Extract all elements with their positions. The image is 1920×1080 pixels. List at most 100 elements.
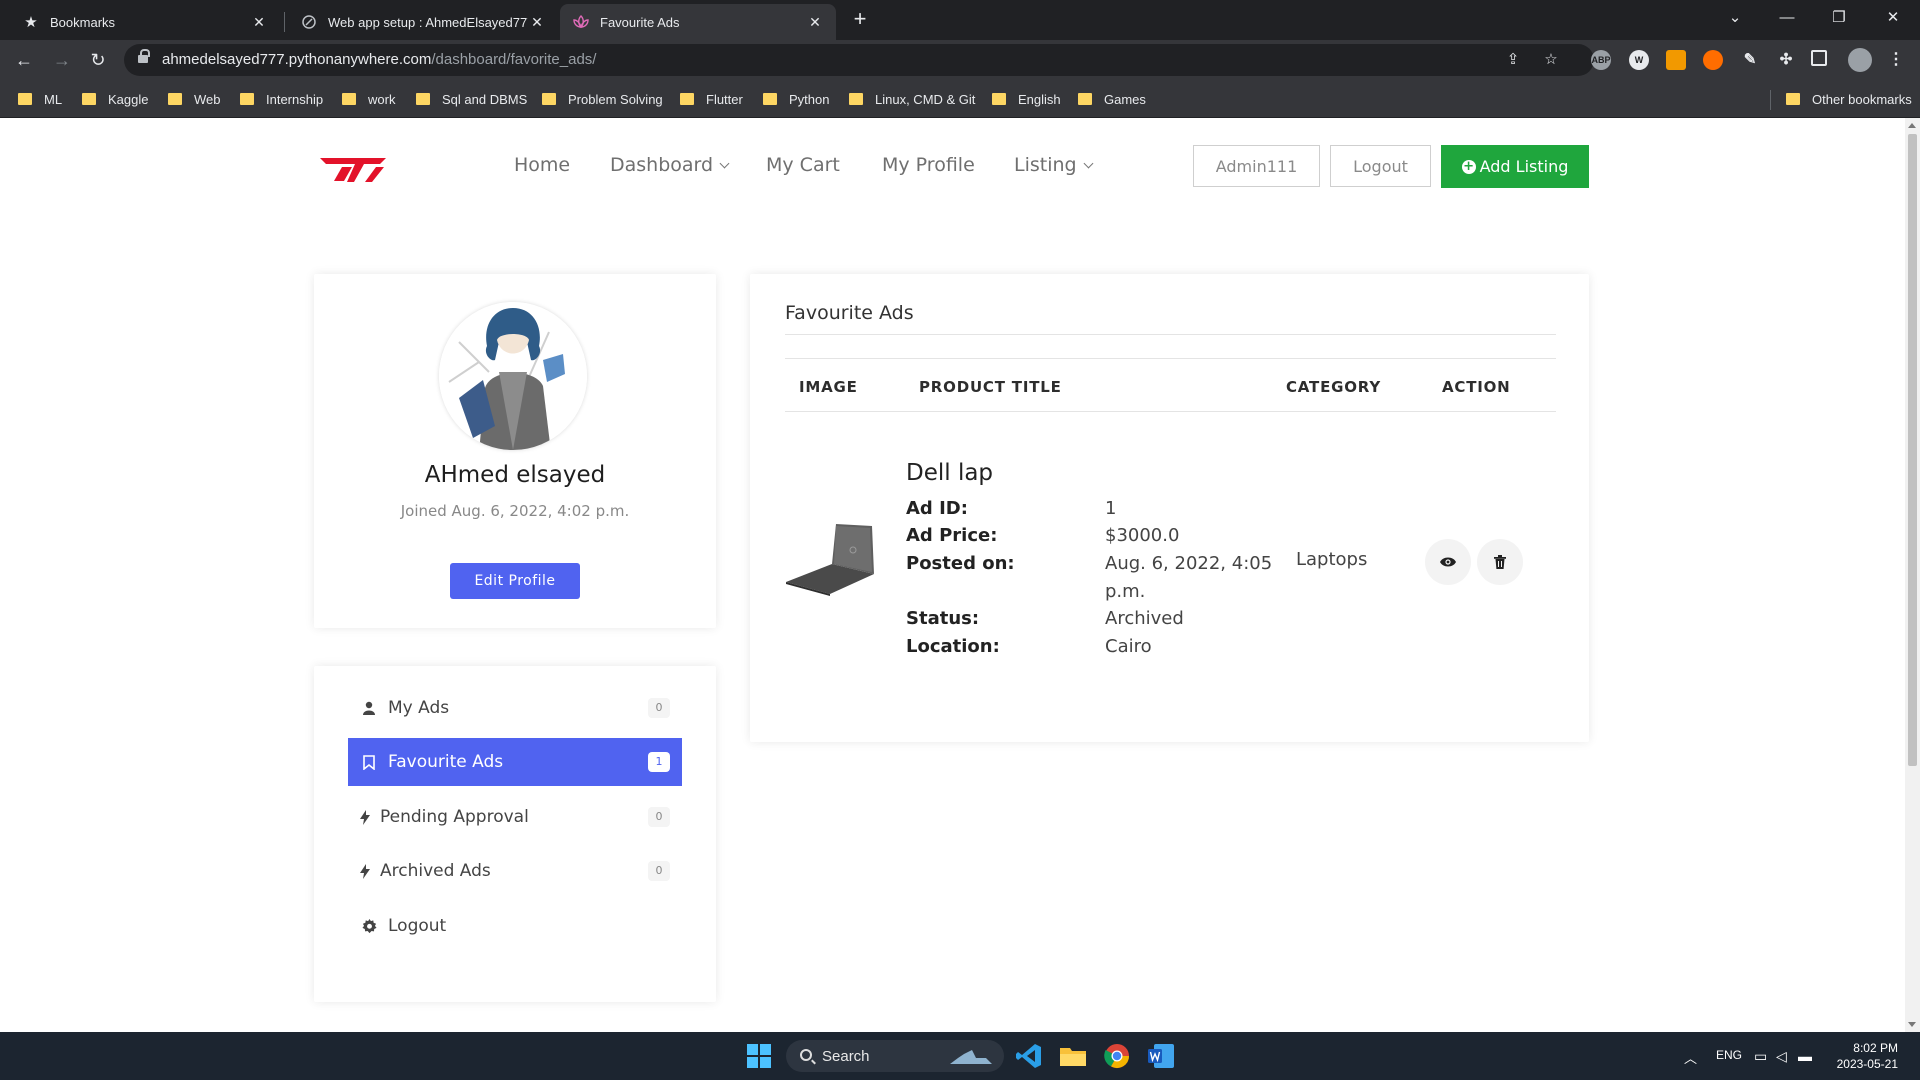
sidebar-item-my-ads[interactable]: My Ads 0 bbox=[348, 684, 682, 732]
close-icon[interactable]: ✕ bbox=[250, 14, 268, 31]
file-explorer-icon[interactable] bbox=[1058, 1041, 1088, 1071]
back-icon[interactable]: ← bbox=[12, 48, 36, 72]
tab-search-icon[interactable]: ⌄ bbox=[1712, 4, 1758, 32]
site-logo[interactable] bbox=[318, 154, 388, 184]
ad-price-value: $3000.0 bbox=[1105, 525, 1180, 546]
scroll-down-icon[interactable] bbox=[1908, 1022, 1916, 1027]
pen-extension-icon[interactable]: ✎ bbox=[1740, 50, 1760, 70]
bookmark-star-icon[interactable]: ☆ bbox=[1542, 51, 1560, 69]
restore-icon[interactable]: ❐ bbox=[1816, 4, 1862, 32]
address-bar[interactable]: ahmedelsayed777.pythonanywhere.com/dashb… bbox=[124, 44, 1594, 76]
puzzle-icon[interactable]: ✣ bbox=[1776, 50, 1796, 70]
bookmark-folder[interactable]: Sql and DBMS bbox=[416, 90, 527, 108]
bookmark-folder[interactable]: Internship bbox=[240, 90, 323, 108]
close-window-icon[interactable]: ✕ bbox=[1870, 4, 1916, 32]
sidebar-item-pending-approval[interactable]: Pending Approval 0 bbox=[348, 793, 682, 841]
tab-separator bbox=[284, 12, 285, 32]
tab-favourite-ads[interactable]: Favourite Ads ✕ bbox=[560, 4, 836, 40]
share-icon[interactable]: ⇪ bbox=[1504, 51, 1522, 69]
close-icon[interactable]: ✕ bbox=[806, 14, 824, 31]
network-icon[interactable]: ▭ bbox=[1754, 1048, 1767, 1065]
sidebar-item-archived-ads[interactable]: Archived Ads 0 bbox=[348, 847, 682, 895]
menu-icon[interactable]: ⋮ bbox=[1886, 50, 1906, 70]
avatar[interactable] bbox=[1848, 48, 1872, 72]
bookmark-folder[interactable]: Python bbox=[763, 90, 829, 108]
edit-profile-button[interactable]: Edit Profile bbox=[450, 563, 580, 599]
language-indicator[interactable]: ENG bbox=[1716, 1048, 1742, 1062]
favourite-ads-card: Favourite Ads IMAGE PRODUCT TITLE CATEGO… bbox=[750, 274, 1589, 742]
reload-icon[interactable]: ↻ bbox=[86, 48, 110, 72]
bookmark-folder[interactable]: Kaggle bbox=[82, 90, 148, 108]
folder-icon bbox=[680, 93, 694, 105]
bookmark-folder[interactable]: Problem Solving bbox=[542, 90, 663, 108]
column-header-category: CATEGORY bbox=[1286, 378, 1381, 396]
nav-my-profile[interactable]: My Profile bbox=[882, 154, 975, 176]
count-badge: 0 bbox=[648, 807, 670, 827]
adblock-icon[interactable]: ABP bbox=[1591, 50, 1611, 70]
minimize-icon[interactable]: — bbox=[1764, 4, 1810, 32]
word-icon[interactable] bbox=[1146, 1041, 1176, 1071]
count-badge: 1 bbox=[648, 752, 670, 772]
lotus-icon bbox=[572, 13, 590, 31]
volume-icon[interactable]: ◁ bbox=[1776, 1048, 1787, 1065]
tab-bookmarks[interactable]: ★ Bookmarks ✕ bbox=[10, 4, 280, 40]
battery-icon[interactable]: ▬ bbox=[1798, 1048, 1812, 1064]
scroll-up-icon[interactable] bbox=[1908, 123, 1916, 128]
w-extension-icon[interactable]: W bbox=[1629, 50, 1649, 70]
forward-icon[interactable]: → bbox=[50, 48, 74, 72]
delete-ad-button[interactable] bbox=[1477, 539, 1523, 585]
page-scrollbar[interactable] bbox=[1905, 118, 1920, 1032]
folder-icon bbox=[82, 93, 96, 105]
add-listing-button[interactable]: + Add Listing bbox=[1441, 145, 1589, 188]
bookmark-folder[interactable]: work bbox=[342, 90, 395, 108]
bookmark-folder[interactable]: ML bbox=[18, 90, 62, 108]
other-bookmarks[interactable]: Other bookmarks bbox=[1786, 90, 1912, 108]
nav-listing[interactable]: Listing bbox=[1014, 154, 1094, 176]
folder-icon bbox=[1786, 93, 1800, 105]
bookmark-folder[interactable]: Linux, CMD & Git bbox=[849, 90, 975, 108]
close-icon[interactable]: ✕ bbox=[528, 14, 546, 31]
bookmark-folder[interactable]: Games bbox=[1078, 90, 1146, 108]
bookmark-folder[interactable]: Web bbox=[168, 90, 221, 108]
bolt-icon bbox=[358, 862, 372, 880]
chevron-down-icon bbox=[1083, 158, 1094, 169]
product-title[interactable]: Dell lap bbox=[906, 460, 993, 486]
taskbar-clock[interactable]: 8:02 PM 2023-05-21 bbox=[1834, 1040, 1898, 1072]
folder-extension-icon[interactable] bbox=[1666, 50, 1686, 70]
ad-price-label: Ad Price: bbox=[906, 525, 998, 546]
vscode-icon[interactable] bbox=[1014, 1041, 1044, 1071]
nav-my-cart[interactable]: My Cart bbox=[766, 154, 840, 176]
dashboard-menu-card: My Ads 0 Favourite Ads 1 Pending Approva… bbox=[314, 666, 716, 1002]
profile-avatar bbox=[439, 302, 587, 450]
bookmark-separator bbox=[1770, 90, 1771, 110]
bookmark-folder[interactable]: English bbox=[992, 90, 1061, 108]
bookmark-folder[interactable]: Flutter bbox=[680, 90, 743, 108]
column-header-image: IMAGE bbox=[799, 378, 858, 396]
logout-button[interactable]: Logout bbox=[1330, 145, 1431, 187]
sidebar-item-favourite-ads[interactable]: Favourite Ads 1 bbox=[348, 738, 682, 786]
category-value: Laptops bbox=[1296, 549, 1368, 570]
new-tab-button[interactable]: + bbox=[848, 8, 872, 32]
view-ad-button[interactable] bbox=[1425, 539, 1471, 585]
column-header-action: ACTION bbox=[1442, 378, 1511, 396]
divider bbox=[785, 334, 1556, 335]
tray-chevron-up-icon[interactable]: ︿ bbox=[1684, 1048, 1697, 1067]
fire-extension-icon[interactable] bbox=[1703, 50, 1723, 70]
windows-start-icon[interactable] bbox=[744, 1041, 774, 1071]
gear-icon bbox=[358, 917, 380, 935]
sidebar-item-logout[interactable]: Logout bbox=[348, 902, 682, 950]
section-title: Favourite Ads bbox=[785, 302, 914, 324]
nav-dashboard[interactable]: Dashboard bbox=[610, 154, 730, 176]
posted-on-value: Aug. 6, 2022, 4:05 p.m. bbox=[1105, 553, 1273, 602]
user-icon bbox=[358, 699, 380, 717]
bolt-icon bbox=[358, 808, 372, 826]
chrome-icon[interactable] bbox=[1102, 1041, 1132, 1071]
taskbar-search[interactable]: Search bbox=[786, 1040, 1004, 1072]
user-button[interactable]: Admin111 bbox=[1193, 145, 1320, 187]
scrollbar-thumb[interactable] bbox=[1908, 134, 1917, 766]
side-panel-icon[interactable] bbox=[1811, 50, 1827, 66]
tab-title: Web app setup : AhmedElsayed777 bbox=[328, 14, 528, 30]
tab-web-app-setup[interactable]: Web app setup : AhmedElsayed777 ✕ bbox=[288, 4, 558, 40]
nav-home[interactable]: Home bbox=[514, 154, 570, 176]
plus-circle-icon: + bbox=[1461, 158, 1476, 174]
